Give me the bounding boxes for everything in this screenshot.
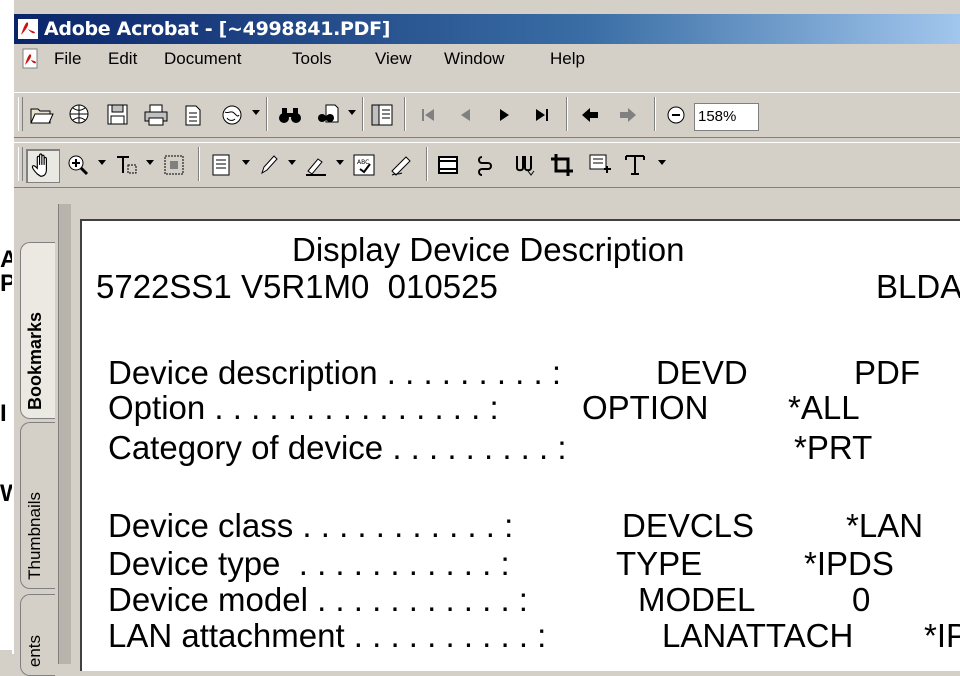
chevron-down-icon[interactable]	[252, 110, 260, 115]
row-value: *IPDS	[804, 545, 894, 582]
row-label: Device description . . . . . . . . . :	[108, 354, 561, 391]
tab-comments[interactable]: ents	[20, 594, 55, 676]
stamp-icon[interactable]: ABC	[350, 151, 378, 179]
open-folder-icon[interactable]	[28, 101, 56, 129]
row-label: Option . . . . . . . . . . . . . . . :	[108, 389, 499, 426]
graphics-select-icon[interactable]	[160, 151, 188, 179]
last-page-icon[interactable]	[528, 101, 556, 129]
tab-bookmarks[interactable]: Bookmarks	[20, 242, 55, 419]
text-select-icon[interactable]	[112, 151, 140, 179]
toolbar-separator	[266, 97, 268, 131]
chevron-down-icon[interactable]	[146, 160, 154, 165]
row-label: LAN attachment . . . . . . . . . . :	[108, 617, 547, 654]
sign-icon[interactable]	[388, 151, 416, 179]
note-tool-icon[interactable]	[208, 151, 236, 179]
print-icon[interactable]	[142, 101, 170, 129]
tab-thumbnails[interactable]: Thumbnails	[20, 422, 55, 589]
article-icon[interactable]	[510, 151, 538, 179]
touchup-text-icon[interactable]	[586, 151, 614, 179]
find-binoculars-icon[interactable]	[276, 101, 304, 129]
row-label: Device type . . . . . . . . . . . :	[108, 545, 510, 582]
row-value: 0	[852, 581, 871, 618]
previous-page-icon[interactable]	[452, 101, 480, 129]
row-value: *ALL	[788, 389, 860, 426]
menu-bar: File Edit Document Tools View Window Hel…	[14, 45, 960, 73]
menu-file[interactable]: File	[54, 49, 81, 69]
menu-tools[interactable]: Tools	[292, 49, 332, 69]
highlight-icon[interactable]	[302, 151, 330, 179]
toolbar-separator	[566, 97, 568, 131]
go-back-icon[interactable]	[576, 101, 604, 129]
zoom-level-field[interactable]: 158%	[694, 103, 759, 131]
menu-help[interactable]: Help	[550, 49, 585, 69]
toolbar-separator	[404, 97, 406, 131]
row-label: Device model . . . . . . . . . . . :	[108, 581, 528, 618]
background-fragment: I	[0, 400, 7, 427]
toolbar-grip[interactable]	[18, 97, 23, 131]
pdf-document-icon[interactable]	[20, 48, 42, 70]
menu-window[interactable]: Window	[444, 49, 504, 69]
toolbar-separator	[426, 147, 428, 181]
zoom-out-icon[interactable]	[662, 101, 690, 129]
toolbar-grip[interactable]	[18, 147, 23, 181]
row-value: *LAN	[846, 507, 924, 544]
document-heading: Display Device Description	[292, 231, 685, 268]
document-header-right: BLDA	[876, 268, 960, 305]
toolbar-separator	[362, 97, 364, 131]
acrobat-app-icon[interactable]	[18, 19, 38, 39]
crop-icon[interactable]	[548, 151, 576, 179]
web-capture-icon[interactable]	[66, 101, 94, 129]
row-keyword: OPTION	[582, 389, 709, 426]
movie-icon[interactable]	[434, 151, 462, 179]
row-value: PDF	[854, 354, 920, 391]
row-keyword: DEVCLS	[622, 507, 755, 544]
main-toolbar: 158%	[14, 92, 960, 138]
tab-label: ents	[25, 634, 44, 667]
row-value: *IP	[924, 617, 960, 654]
tab-label: Thumbnails	[25, 492, 44, 580]
tools-toolbar: ABC	[14, 142, 960, 188]
pane-splitter[interactable]	[58, 204, 71, 664]
first-page-icon[interactable]	[414, 101, 442, 129]
row-value: *PRT	[794, 429, 873, 466]
chevron-down-icon[interactable]	[98, 160, 106, 165]
chevron-down-icon[interactable]	[288, 160, 296, 165]
save-disk-icon[interactable]	[104, 101, 132, 129]
toolbar-separator	[198, 147, 200, 181]
toolbar-separator	[654, 97, 656, 131]
row-label: Category of device . . . . . . . . . :	[108, 429, 567, 466]
email-icon[interactable]	[180, 101, 208, 129]
row-keyword: MODEL	[638, 581, 756, 618]
document-header-left: 5722SS1 V5R1M0 010525	[96, 268, 498, 305]
title-bar[interactable]: Adobe Acrobat - [~4998841.PDF]	[14, 14, 960, 44]
row-label: Device class . . . . . . . . . . . :	[108, 507, 514, 544]
next-page-icon[interactable]	[490, 101, 518, 129]
link-icon[interactable]	[472, 151, 500, 179]
chevron-down-icon[interactable]	[242, 160, 250, 165]
go-forward-icon[interactable]	[614, 101, 642, 129]
chevron-down-icon[interactable]	[348, 110, 356, 115]
tab-label: Bookmarks	[25, 311, 45, 410]
navigation-pane-icon[interactable]	[368, 101, 396, 129]
acrobat-window: Adobe Acrobat - [~4998841.PDF] File Edit…	[12, 14, 960, 676]
document-view[interactable]: Display Device Description 5722SS1 V5R1M…	[80, 219, 960, 671]
menu-document[interactable]: Document	[164, 49, 241, 69]
window-title: Adobe Acrobat - [~4998841.PDF]	[44, 18, 391, 40]
zoom-in-icon[interactable]	[64, 151, 92, 179]
row-keyword: DEVD	[656, 354, 748, 391]
chevron-down-icon[interactable]	[336, 160, 344, 165]
web-globe-icon[interactable]	[218, 101, 246, 129]
row-keyword: TYPE	[616, 545, 703, 582]
touchup-object-icon[interactable]	[622, 151, 650, 179]
menu-view[interactable]: View	[375, 49, 412, 69]
hand-tool-icon[interactable]	[26, 149, 60, 183]
row-keyword: LANATTACH	[662, 617, 854, 654]
navigation-pane: Bookmarks Thumbnails ents	[14, 204, 71, 676]
menu-edit[interactable]: Edit	[108, 49, 137, 69]
svg-text:ABC: ABC	[357, 159, 369, 166]
search-icon[interactable]	[314, 101, 342, 129]
chevron-down-icon[interactable]	[658, 160, 666, 165]
pencil-icon[interactable]	[254, 151, 282, 179]
